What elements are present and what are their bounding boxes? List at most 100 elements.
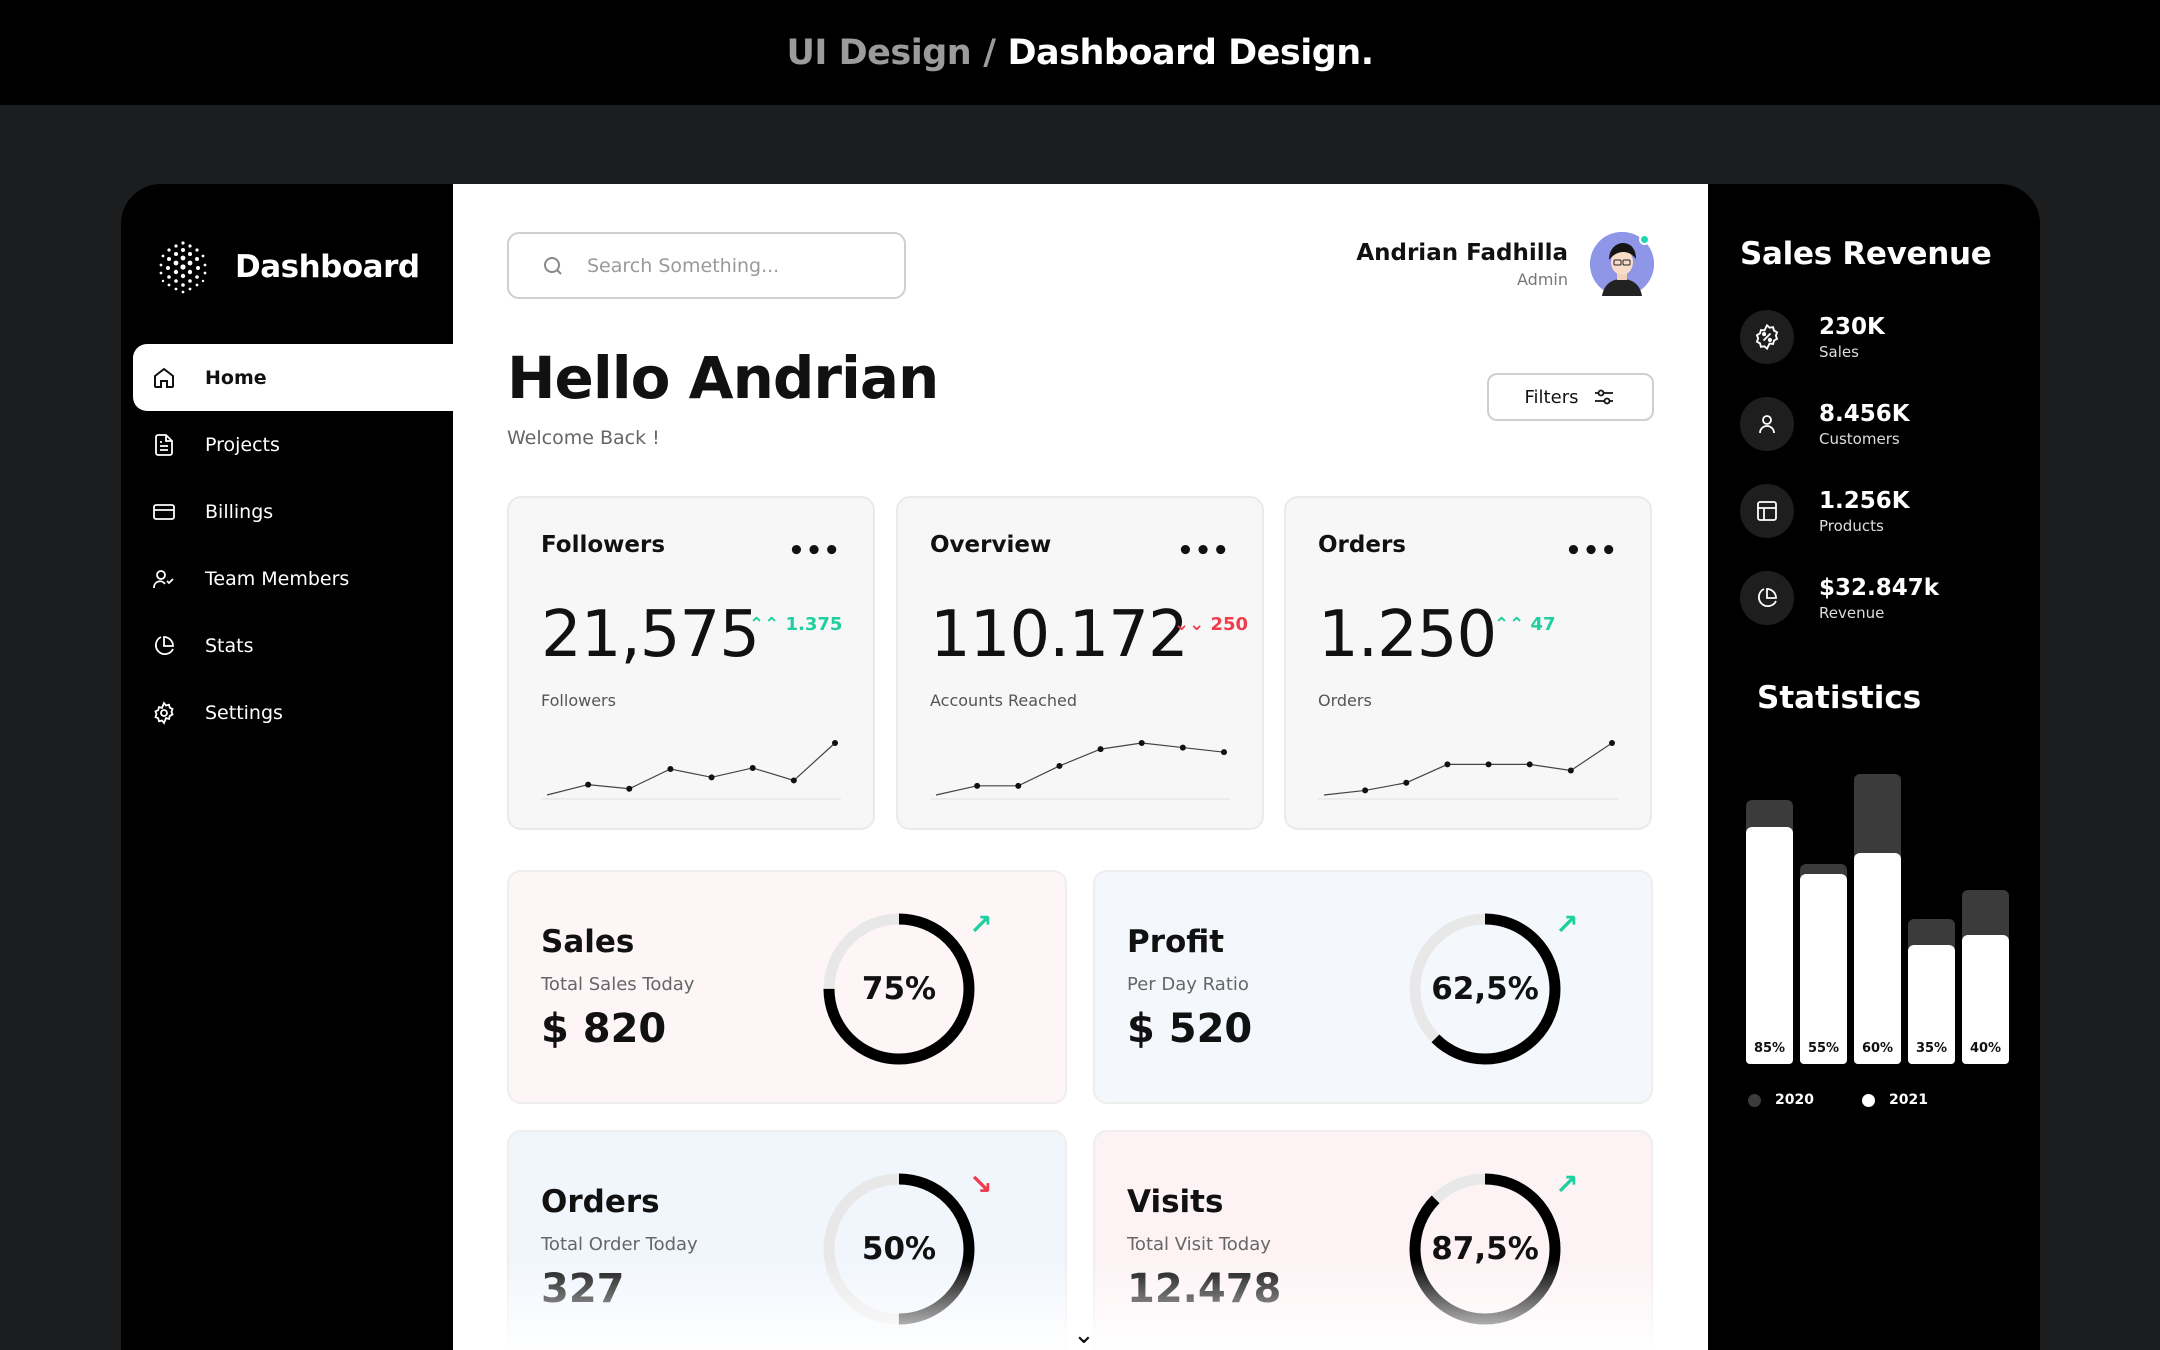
filters-button[interactable]: Filters bbox=[1487, 373, 1654, 421]
orders-sparkline bbox=[1318, 740, 1618, 800]
card-subtitle: Orders bbox=[1318, 691, 1372, 710]
revenue-label: Customers bbox=[1819, 429, 1900, 448]
sidebar-item-label: Team Members bbox=[205, 567, 350, 590]
trend-delta: ⌃⌃ 1.375 bbox=[749, 614, 842, 635]
overview-card: Overview ••• 110.172 ⌄⌄ 250 Accounts Rea… bbox=[896, 496, 1264, 830]
bar-data-label: 60% bbox=[1861, 1041, 1894, 1056]
bar-2021 bbox=[1746, 826, 1793, 1064]
layout-icon bbox=[1740, 484, 1794, 538]
sidebar-item-billings[interactable]: Billings bbox=[121, 478, 453, 545]
card-value: 110.172 bbox=[930, 598, 1189, 672]
sparkline-point bbox=[1138, 740, 1145, 746]
sidebar-item-label: Projects bbox=[205, 433, 280, 456]
revenue-item-products: 1.256K Products bbox=[1740, 484, 1910, 538]
page-caption: UI Design / Dashboard Design. bbox=[0, 0, 2160, 105]
caption-current: Dashboard Design. bbox=[1007, 32, 1374, 73]
profit-card: Profit Per Day Ratio $ 520 62,5% ↗ bbox=[1093, 870, 1653, 1104]
legend-swatch bbox=[1861, 1093, 1875, 1107]
sidebar-item-settings[interactable]: Settings bbox=[121, 679, 453, 746]
ring-percent: 62,5% bbox=[1431, 971, 1539, 1007]
card-value: $ 820 bbox=[541, 1006, 667, 1052]
sidebar-item-projects[interactable]: Projects bbox=[121, 411, 453, 478]
percent-badge-icon bbox=[1740, 310, 1794, 364]
orders-card: Orders ••• 1.250 ⌃⌃ 47 Orders bbox=[1284, 496, 1652, 830]
revenue-value: 1.256K bbox=[1819, 487, 1910, 514]
sparkline-point bbox=[1362, 787, 1369, 794]
dashboard-window: Dashboard Home Projects Billings Team Me… bbox=[121, 184, 2040, 1350]
user-check-icon bbox=[151, 566, 177, 592]
sidebar-item-stats[interactable]: Stats bbox=[121, 612, 453, 679]
card-value: 12.478 bbox=[1127, 1266, 1282, 1312]
page-title: Hello Andrian bbox=[507, 344, 939, 412]
revenue-value: $32.847k bbox=[1819, 574, 1940, 601]
chart-legend: 2020 2021 bbox=[1748, 1092, 1976, 1108]
bar-group[interactable]: 85% bbox=[1746, 800, 1793, 1064]
more-options-icon[interactable]: ••• bbox=[788, 536, 841, 566]
statistics-bar-chart: 85% 55% 60% 35% 40% bbox=[1746, 764, 2016, 1064]
trend-delta: ⌃⌃ 47 bbox=[1494, 614, 1556, 635]
double-chevron-down-icon: ⌄⌄ bbox=[1174, 614, 1205, 635]
brand-name: Dashboard bbox=[235, 248, 420, 285]
card-title: Overview bbox=[930, 532, 1052, 558]
bar-group[interactable]: 55% bbox=[1800, 863, 1847, 1064]
delta-value: 250 bbox=[1210, 614, 1249, 635]
chevron-down-icon[interactable]: ⌄ bbox=[1073, 1320, 1095, 1350]
caption-separator: / bbox=[983, 32, 996, 73]
sparkline-point bbox=[1444, 761, 1451, 768]
user-role: Admin bbox=[1517, 269, 1568, 289]
sidebar-item-label: Home bbox=[205, 366, 267, 389]
bar-data-label: 40% bbox=[1969, 1041, 2002, 1056]
user-icon bbox=[1740, 397, 1794, 451]
legend-swatch bbox=[1748, 1093, 1761, 1107]
arrow-down-right-icon: ↘ bbox=[969, 1168, 993, 1201]
card-subtitle: Total Order Today bbox=[541, 1234, 698, 1255]
revenue-value: 230K bbox=[1819, 313, 1885, 340]
avatar[interactable] bbox=[1590, 232, 1654, 296]
filters-label: Filters bbox=[1524, 386, 1579, 408]
pie-chart-icon bbox=[151, 633, 177, 659]
card-value: $ 520 bbox=[1127, 1006, 1253, 1052]
sparkline-point bbox=[1485, 761, 1492, 768]
legend-item-2021: 2021 bbox=[1861, 1092, 1928, 1108]
sparkline-point bbox=[1179, 744, 1186, 751]
card-title: Sales bbox=[541, 924, 635, 960]
more-options-icon[interactable]: ••• bbox=[1177, 536, 1230, 566]
legend-label: 2020 bbox=[1775, 1092, 1814, 1108]
document-icon bbox=[151, 432, 177, 458]
revenue-text: 230K Sales bbox=[1819, 314, 1885, 361]
arrow-up-right-icon: ↗ bbox=[1555, 908, 1579, 941]
overview-sparkline bbox=[930, 740, 1230, 800]
bar-group[interactable]: 35% bbox=[1908, 919, 1955, 1064]
sparkline-point bbox=[790, 777, 797, 784]
ring-percent: 50% bbox=[861, 1231, 937, 1267]
revenue-label: Revenue bbox=[1819, 603, 1885, 622]
sparkline-point bbox=[1015, 782, 1022, 789]
bar-group[interactable]: 40% bbox=[1962, 890, 2009, 1064]
legend-item-2020: 2020 bbox=[1748, 1092, 1814, 1108]
card-title: Orders bbox=[1318, 532, 1406, 558]
sparkline-point bbox=[1403, 779, 1410, 786]
sparkline-point bbox=[749, 764, 756, 771]
sidebar-item-label: Settings bbox=[205, 701, 283, 724]
sidebar-item-home[interactable]: Home bbox=[133, 344, 453, 411]
sales-card: Sales Total Sales Today $ 820 75% ↗ bbox=[507, 870, 1067, 1104]
card-title: Followers bbox=[541, 532, 666, 558]
sparkline-point bbox=[667, 766, 674, 772]
sparkline-point bbox=[832, 740, 838, 746]
sparkline-point bbox=[708, 774, 715, 781]
revenue-item-customers: 8.456K Customers bbox=[1740, 397, 1910, 451]
user-profile[interactable]: Andrian Fadhilla Admin bbox=[1356, 232, 1654, 296]
sidebar-item-label: Stats bbox=[205, 634, 254, 657]
search-input[interactable] bbox=[587, 254, 887, 277]
search-box[interactable] bbox=[507, 232, 906, 299]
card-value: 1.250 bbox=[1318, 598, 1497, 672]
more-options-icon[interactable]: ••• bbox=[1565, 536, 1618, 566]
orders-today-card: Orders Total Order Today 327 50% ↘ bbox=[507, 1130, 1067, 1350]
brand[interactable]: Dashboard bbox=[151, 229, 420, 304]
bar-group[interactable]: 60% bbox=[1854, 774, 1901, 1064]
revenue-label: Sales bbox=[1819, 342, 1859, 361]
revenue-label: Products bbox=[1819, 516, 1884, 535]
card-value: 21,575 bbox=[541, 598, 760, 672]
revenue-text: 1.256K Products bbox=[1819, 488, 1910, 535]
sidebar-item-team-members[interactable]: Team Members bbox=[121, 545, 453, 612]
